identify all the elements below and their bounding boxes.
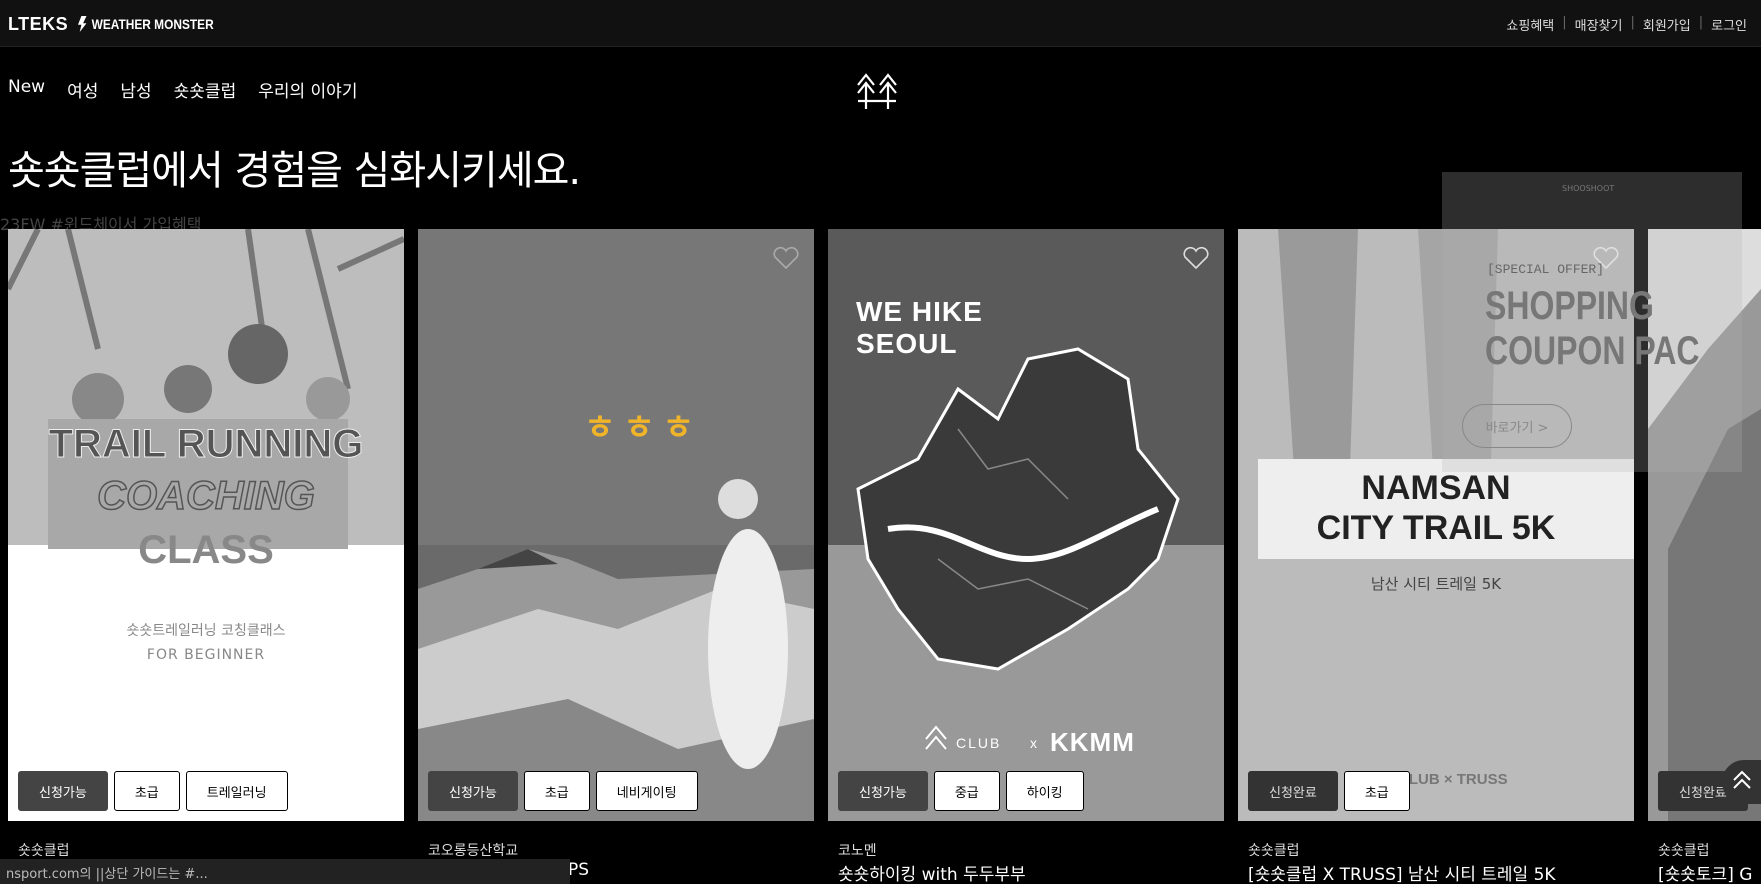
- weather-monster-logo[interactable]: WEATHER MONSTER: [78, 16, 214, 32]
- popup-go-button[interactable]: 바로가기 >: [1462, 404, 1572, 448]
- tag-beginner[interactable]: 초급: [1343, 771, 1410, 811]
- tag-beginner[interactable]: 초급: [113, 771, 180, 811]
- card-3-tags: 신청가능 중급 하이킹: [838, 771, 1084, 811]
- tag-beginner[interactable]: 초급: [523, 771, 590, 811]
- card-3-caption-org[interactable]: 코노멘: [838, 840, 877, 860]
- card-1-tags: 신청가능 초급 트레일러닝: [18, 771, 288, 811]
- mountain-image: ㅎㅎㅎ: [418, 229, 814, 821]
- browser-status-bar: nsport.com의 ||상단 가이드는 #...: [0, 859, 570, 884]
- weather-monster-label: WEATHER MONSTER: [91, 16, 214, 32]
- util-link-login[interactable]: 로그인: [1711, 15, 1747, 34]
- tag-available[interactable]: 신청가능: [838, 771, 928, 811]
- seoul-map-image: WE HIKE SEOUL CLUB x KKMM: [828, 229, 1224, 821]
- trail-running-image: TRAIL RUNNING COACHING CLASS 숏숏트레일러닝 코칭클…: [8, 229, 404, 821]
- nav-item-story[interactable]: 우리의 이야기: [258, 77, 357, 102]
- card-3-partner: KKMM: [1050, 727, 1135, 757]
- nav-item-women[interactable]: 여성: [67, 77, 98, 102]
- club-card-trail-running[interactable]: TRAIL RUNNING COACHING CLASS 숏숏트레일러닝 코칭클…: [8, 229, 404, 821]
- popup-brand: SHOOSHOOT: [1562, 184, 1615, 193]
- util-link-signup[interactable]: 회원가입: [1643, 15, 1691, 34]
- card-1-sub-2: FOR BEGINNER: [147, 647, 265, 663]
- floating-club-button[interactable]: [1722, 760, 1761, 804]
- page-title: 숏숏클럽에서 경험을 심화시키세요.: [8, 148, 581, 194]
- tag-intermediate[interactable]: 중급: [933, 771, 1000, 811]
- popup-line-1: SHOPPING: [1485, 284, 1654, 328]
- tag-available[interactable]: 신청가능: [428, 771, 518, 811]
- popup-line-2: COUPON PAC: [1485, 329, 1700, 373]
- card-3-headline-1: WE HIKE: [856, 296, 983, 327]
- nav-menu: New 여성 남성 숏숏클럽 우리의 이야기: [8, 77, 357, 102]
- card-1-headline-2: COACHING: [97, 474, 315, 518]
- util-link-store-finder[interactable]: 매장찾기: [1575, 15, 1623, 34]
- lteks-logo[interactable]: LTEKS: [8, 14, 68, 35]
- club-logo-icon: [1733, 770, 1751, 789]
- card-2-heart-icon[interactable]: [772, 245, 800, 271]
- tag-available[interactable]: 신청가능: [18, 771, 108, 811]
- nav-item-club[interactable]: 숏숏클럽: [174, 77, 237, 102]
- card-4-sub: 남산 시티 트레일 5K: [1371, 575, 1502, 593]
- card-3-heart-icon[interactable]: [1182, 245, 1210, 271]
- card-3-headline-2: SEOUL: [856, 328, 957, 359]
- tag-closed[interactable]: 신청완료: [1248, 771, 1338, 811]
- nav-item-men[interactable]: 남성: [120, 77, 151, 102]
- card-1-sub-1: 숏숏트레일러닝 코칭클래스: [126, 623, 285, 639]
- card-4-headline-1: NAMSAN: [1361, 469, 1510, 507]
- club-card-navigation[interactable]: ㅎㅎㅎ 신청가능 초급 네비게이팅: [418, 229, 814, 821]
- card-3-caption-title[interactable]: 숏숏하이킹 with 두두부부: [838, 860, 1026, 884]
- util-link-benefits[interactable]: 쇼핑혜택: [1506, 15, 1554, 34]
- nav-item-new[interactable]: New: [8, 77, 45, 102]
- popup-offer-label: [SPECIAL OFFER]: [1487, 262, 1605, 277]
- coupon-popup[interactable]: SHOOSHOOT [SPECIAL OFFER] SHOPPING COUPO…: [1442, 172, 1742, 472]
- tag-trail-running[interactable]: 트레일러닝: [185, 771, 288, 811]
- card-4-caption-org[interactable]: 숏숏클럽: [1248, 840, 1300, 860]
- card-2-headline: ㅎㅎㅎ: [584, 408, 702, 448]
- card-3-club: CLUB: [956, 735, 1001, 751]
- bolt-icon: [78, 16, 87, 32]
- card-4-partner-line: CLUB × TRUSS: [1398, 771, 1508, 788]
- card-2-tags: 신청가능 초급 네비게이팅: [428, 771, 698, 811]
- main-nav: New 여성 남성 숏숏클럽 우리의 이야기: [0, 47, 1761, 139]
- card-2-caption-org[interactable]: 코오롱등산학교: [428, 840, 518, 860]
- tag-hiking[interactable]: 하이킹: [1005, 771, 1084, 811]
- card-4-headline-2: CITY TRAIL 5K: [1317, 509, 1556, 547]
- card-5-caption-org[interactable]: 숏숏클럽: [1658, 840, 1710, 860]
- card-2-caption-title[interactable]: PS: [568, 860, 589, 880]
- card-1-caption-org[interactable]: 숏숏클럽: [18, 840, 70, 860]
- card-1-headline-3: CLASS: [138, 528, 274, 572]
- card-5-caption-title[interactable]: [숏숏토크] G: [1658, 860, 1752, 884]
- club-card-we-hike-seoul[interactable]: WE HIKE SEOUL CLUB x KKMM 신청가능 중급 하이킹: [828, 229, 1224, 821]
- card-3-times: x: [1030, 735, 1037, 751]
- utility-links: 쇼핑혜택 | 매장찾기 | 회원가입 | 로그인: [1506, 15, 1747, 34]
- card-1-headline-1: TRAIL RUNNING: [49, 422, 364, 466]
- tag-navigation[interactable]: 네비게이팅: [595, 771, 698, 811]
- brand-logo-icon[interactable]: [854, 71, 900, 111]
- card-4-tags: 신청완료 초급: [1248, 771, 1410, 811]
- card-4-caption-title[interactable]: [숏숏클럽 X TRUSS] 남산 시티 트레일 5K: [1248, 860, 1556, 884]
- top-utility-bar: LTEKS WEATHER MONSTER 쇼핑혜택 | 매장찾기 | 회원가입 | …: [0, 0, 1761, 47]
